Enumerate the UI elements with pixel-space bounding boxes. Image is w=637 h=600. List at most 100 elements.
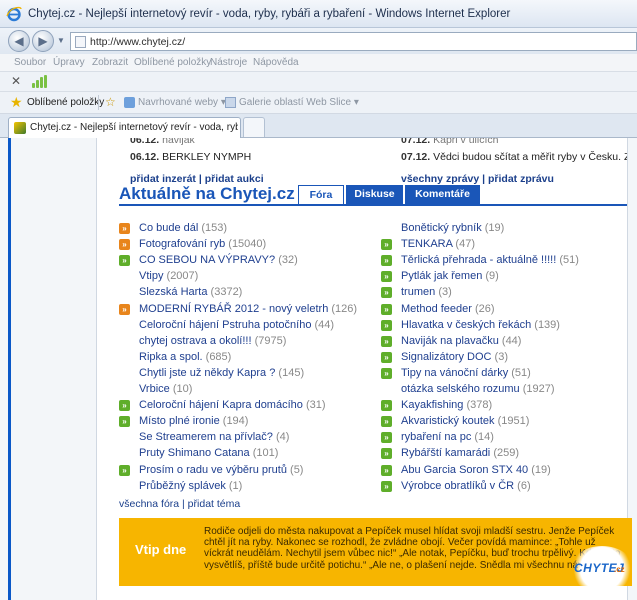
- forum-topic-title[interactable]: Slezská Harta (3372): [139, 286, 242, 298]
- star-icon[interactable]: ★: [10, 95, 23, 109]
- title-bar: Chytej.cz - Nejlepší internetový revír -…: [0, 0, 637, 28]
- forum-topic-title[interactable]: otázka selského rozumu (1927): [401, 383, 554, 395]
- forum-topic-title[interactable]: Abu Garcia Soron STX 40 (19): [401, 464, 551, 476]
- new-posts-green-icon: »: [381, 319, 392, 331]
- web-slice-gallery-button[interactable]: Galerie oblastí Web Slice ▾: [239, 97, 359, 108]
- menu-tools[interactable]: Nástroje: [210, 57, 247, 68]
- forum-topic-count: (153): [201, 222, 228, 234]
- forum-topic-count: (2007): [166, 270, 199, 283]
- forum-topic-count: (4): [275, 431, 290, 444]
- menu-edit[interactable]: Úpravy: [53, 57, 85, 68]
- new-posts-orange-icon: »: [119, 303, 130, 315]
- tab-komentare[interactable]: Komentáře: [405, 185, 480, 204]
- forum-topic-count: (19): [484, 222, 505, 234]
- forum-topic-title[interactable]: Kayakfishing (378): [401, 399, 492, 411]
- forum-topic-title[interactable]: Pytlák jak řemen (9): [401, 270, 499, 282]
- toolbar-separator: [98, 95, 99, 110]
- forum-topic-title[interactable]: Tipy na vánoční dárky (51): [401, 367, 531, 379]
- news-item[interactable]: 07.12. Vědci budou sčítat a měřit ryby v…: [401, 151, 627, 163]
- new-posts-green-icon: »: [381, 287, 392, 299]
- menu-bar: Soubor Úpravy Zobrazit Oblíbené položky …: [0, 54, 637, 72]
- forum-topic-title[interactable]: Vrbice (10): [139, 383, 192, 395]
- forum-topic-title[interactable]: Celoroční hájení Pstruha potočního (44): [139, 319, 334, 331]
- forum-topic-title[interactable]: Bonětický rybník (19): [401, 222, 504, 234]
- forum-topic-title[interactable]: Rybářští kamarádi (259): [401, 447, 519, 459]
- forum-topic-title[interactable]: Výrobce obratlíků v ČR (6): [401, 480, 531, 492]
- forum-topic-count: (7975): [254, 334, 287, 347]
- forum-topic-title[interactable]: Fotografování ryb (15040): [139, 238, 266, 250]
- news-item[interactable]: 07.12. Kapři v ulicích: [401, 138, 498, 146]
- forum-footer-links[interactable]: všechna fóra | přidat téma: [119, 498, 240, 510]
- menu-view[interactable]: Zobrazit: [92, 57, 128, 68]
- forum-topic-count: (378): [466, 399, 493, 412]
- address-input[interactable]: http://www.chytej.cz/: [70, 32, 637, 51]
- new-posts-green-icon: »: [119, 416, 130, 428]
- address-url: http://www.chytej.cz/: [90, 36, 186, 48]
- forum-topic-count: (26): [475, 302, 495, 315]
- new-posts-green-icon: »: [381, 255, 392, 267]
- joke-label: Vtip dne: [135, 542, 187, 557]
- forum-topic-count: (32): [278, 254, 298, 267]
- forum-topic-title[interactable]: Místo plné ironie (194): [139, 415, 248, 427]
- new-posts-green-icon: »: [381, 448, 392, 460]
- forum-topic-title[interactable]: Pruty Shimano Catana (101): [139, 447, 278, 459]
- forum-topic-title[interactable]: CO SEBOU NA VÝPRAVY? (32): [139, 254, 298, 266]
- forum-topic-count: (51): [559, 254, 579, 267]
- forum-topic-title[interactable]: Akvaristický koutek (1951): [401, 415, 529, 427]
- forum-topic-title[interactable]: Průběžný splávek (1): [139, 480, 242, 492]
- ie-logo-icon: [6, 6, 22, 22]
- tab-bar: Chytej.cz - Nejlepší internetový revír -…: [0, 114, 637, 138]
- forum-topic-title[interactable]: Ripka a spol. (685): [139, 351, 231, 363]
- menu-help[interactable]: Nápověda: [253, 57, 299, 68]
- new-tab-button[interactable]: [243, 117, 265, 137]
- forum-topic-title[interactable]: Method feeder (26): [401, 303, 495, 315]
- forward-button[interactable]: ▶: [32, 30, 54, 52]
- forum-topic-count: (44): [501, 334, 522, 347]
- menu-file[interactable]: Soubor: [14, 57, 46, 68]
- forum-topic-count: (139): [534, 318, 560, 331]
- forum-topic-title[interactable]: Vtipy (2007): [139, 270, 198, 282]
- forum-topic-count: (101): [252, 447, 279, 460]
- joke-text: Rodiče odjeli do města nakupovat a Pepíč…: [204, 526, 621, 571]
- new-posts-green-icon: »: [381, 303, 392, 315]
- forum-topic-title[interactable]: Těrlická přehrada - aktuálně !!!!! (51): [401, 254, 579, 266]
- web-slice-gallery-icon: [225, 97, 236, 108]
- forum-topic-title[interactable]: Co bude dál (153): [139, 222, 227, 234]
- forum-topic-title[interactable]: chytej ostrava a okolí!!! (7975): [139, 335, 286, 347]
- forum-topic-title[interactable]: Signalizátory DOC (3): [401, 351, 508, 363]
- arrow-right-icon: ▶: [38, 34, 48, 48]
- news-links[interactable]: všechny zprávy | přidat zprávu: [401, 173, 554, 185]
- news-item[interactable]: 06.12. naviják: [130, 138, 195, 146]
- forum-topic-title[interactable]: Chytli jste už někdy Kapra ? (145): [139, 367, 304, 379]
- page-left-margin: [0, 138, 97, 600]
- tab-fora[interactable]: Fóra: [298, 185, 344, 204]
- forum-topic-title[interactable]: TENKARA (47): [401, 238, 475, 250]
- signal-bars-icon[interactable]: [32, 75, 48, 88]
- section-heading: Aktuálně na Chytej.cz: [119, 184, 295, 203]
- forum-topic-title[interactable]: MODERNÍ RYBÁŘ 2012 - nový veletrh (126): [139, 303, 357, 315]
- command-toolbar: ✕: [0, 72, 637, 92]
- forum-topic-title[interactable]: Se Streamerem na přívlač? (4): [139, 431, 289, 443]
- add-favorite-icon[interactable]: ☆: [105, 95, 116, 109]
- menu-favorites[interactable]: Oblíbené položky: [134, 57, 211, 68]
- news-item[interactable]: 06.12. BERKLEY NYMPH: [130, 151, 251, 163]
- suggested-sites-button[interactable]: Navrhované weby ▾: [138, 97, 226, 108]
- recent-pages-dropdown-icon[interactable]: ▼: [57, 36, 65, 45]
- close-icon[interactable]: ✕: [11, 74, 21, 88]
- tab-chytej[interactable]: Chytej.cz - Nejlepší internetový revír -…: [8, 117, 241, 138]
- forum-topic-title[interactable]: rybaření na pc (14): [401, 431, 494, 443]
- new-posts-green-icon: »: [381, 335, 392, 347]
- forum-topic-title[interactable]: Prosím o radu ve výběru prutů (5): [139, 464, 303, 476]
- favorites-button[interactable]: Oblíbené položky: [27, 97, 104, 108]
- favorites-bar: ★ Oblíbené položky ☆ Navrhované weby ▾ G…: [0, 92, 637, 114]
- forum-topic-count: (3): [494, 350, 508, 363]
- back-button[interactable]: ◀: [8, 30, 30, 52]
- forum-topic-count: (19): [531, 463, 551, 476]
- forum-topic-title[interactable]: Hlavatka v českých řekách (139): [401, 319, 560, 331]
- forum-topic-count: (259): [493, 447, 520, 460]
- forum-topic-title[interactable]: trumen (3): [401, 286, 452, 298]
- forum-topic-title[interactable]: Naviják na plavačku (44): [401, 335, 521, 347]
- tab-diskuse[interactable]: Diskuse: [346, 185, 403, 204]
- forum-topic-title[interactable]: Celoroční hájení Kapra domácího (31): [139, 399, 326, 411]
- forum-topic-count: (6): [517, 479, 531, 492]
